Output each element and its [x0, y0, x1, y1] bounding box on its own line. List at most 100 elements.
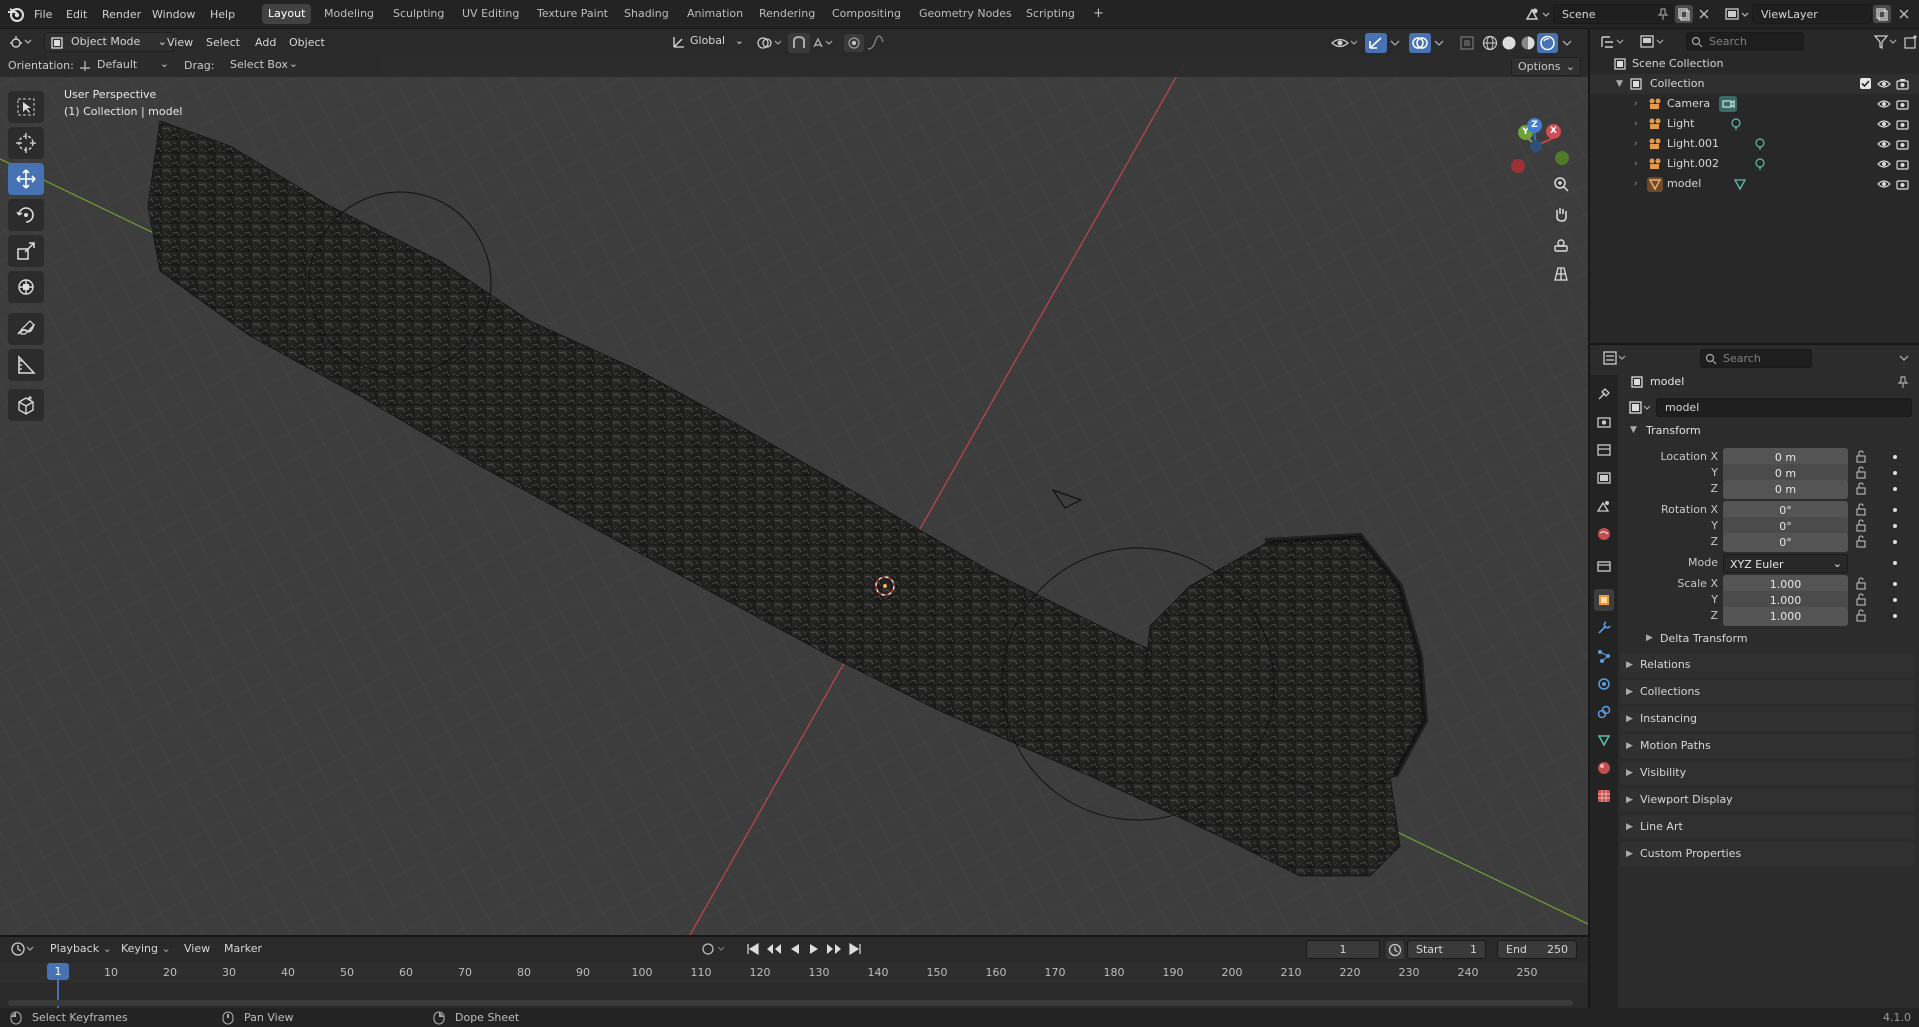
- constraints-tab-icon[interactable]: [1594, 701, 1614, 723]
- outliner-item-light-002[interactable]: › Light.002: [1590, 154, 1919, 174]
- expand-arrow-icon[interactable]: ›: [1634, 174, 1638, 194]
- outliner-item-model[interactable]: › model: [1590, 174, 1919, 194]
- scale-z-field[interactable]: 1.000: [1723, 607, 1848, 626]
- jump-end-icon[interactable]: [847, 941, 863, 957]
- expand-arrow-icon[interactable]: ›: [1634, 154, 1638, 174]
- custom-properties-section[interactable]: ▶ Custom Properties: [1620, 842, 1914, 866]
- object-tab-icon[interactable]: [1594, 589, 1614, 611]
- annotate-tool-icon[interactable]: [8, 313, 44, 345]
- tab-modeling[interactable]: Modeling: [318, 4, 380, 24]
- shading-dropdown-icon[interactable]: [1561, 35, 1573, 51]
- keyframe-dot-icon[interactable]: [1893, 540, 1897, 544]
- lock-scale-z-icon[interactable]: [1854, 608, 1868, 622]
- end-frame-field[interactable]: End 250: [1497, 940, 1577, 959]
- menu-file[interactable]: File: [29, 6, 57, 23]
- tab-uv-editing[interactable]: UV Editing: [456, 4, 525, 24]
- editor-type-icon[interactable]: [8, 33, 34, 51]
- world-tab-icon[interactable]: [1594, 523, 1614, 545]
- start-frame-field[interactable]: Start 1: [1407, 940, 1486, 959]
- outliner-editor-icon[interactable]: [1600, 33, 1626, 51]
- menu-view[interactable]: View: [163, 33, 197, 53]
- modifiers-tab-icon[interactable]: [1594, 617, 1614, 639]
- tab-animation[interactable]: Animation: [681, 4, 749, 24]
- expand-arrow-icon[interactable]: ›: [1634, 114, 1638, 134]
- options-button[interactable]: Options ⌄: [1511, 57, 1581, 76]
- current-frame-field[interactable]: 1: [1306, 940, 1380, 959]
- tab-texture-paint[interactable]: Texture Paint: [531, 4, 614, 24]
- tab-sculpting[interactable]: Sculpting: [387, 4, 450, 24]
- preview-range-icon[interactable]: [1386, 941, 1404, 959]
- new-scene-icon[interactable]: [1675, 5, 1693, 23]
- eye-icon[interactable]: [1877, 158, 1891, 170]
- move-tool-icon[interactable]: [8, 163, 44, 195]
- datablock-type-icon[interactable]: [1628, 400, 1654, 416]
- orthographic-grid-icon[interactable]: [1547, 260, 1575, 288]
- timeline-scrollbar[interactable]: [8, 1000, 1573, 1006]
- add-workspace-button[interactable]: +: [1087, 4, 1110, 24]
- location-z-field[interactable]: 0 m: [1723, 480, 1848, 499]
- keyframe-dot-icon[interactable]: [1893, 455, 1897, 459]
- blender-logo-icon[interactable]: [6, 5, 26, 23]
- shading-material-icon[interactable]: [1519, 34, 1537, 52]
- keying-menu[interactable]: Keying ⌄: [117, 939, 175, 959]
- keyframe-dot-icon[interactable]: [1893, 524, 1897, 528]
- outliner-item-light[interactable]: › Light: [1590, 114, 1919, 134]
- data-tab-icon[interactable]: [1594, 729, 1614, 751]
- mode-selector[interactable]: Object Mode ⌄: [44, 32, 174, 52]
- keyframe-dot-icon[interactable]: [1893, 508, 1897, 512]
- pin-icon[interactable]: [1896, 375, 1910, 389]
- drag-selector[interactable]: Select Box ⌄: [224, 57, 300, 75]
- render-camera-icon[interactable]: [1896, 98, 1909, 110]
- eye-icon[interactable]: [1877, 138, 1891, 150]
- menu-add[interactable]: Add: [251, 33, 280, 53]
- play-reverse-icon[interactable]: [787, 941, 803, 957]
- tab-scripting[interactable]: Scripting: [1020, 4, 1081, 24]
- scene-collection-row[interactable]: Scene Collection: [1590, 54, 1919, 74]
- rotation-z-field[interactable]: 0°: [1723, 533, 1848, 552]
- frame-ruler[interactable]: 10 20 30 40 50 60 70 80 90 100 110 120 1…: [0, 963, 1588, 983]
- play-icon[interactable]: [806, 941, 822, 957]
- instancing-section[interactable]: ▶ Instancing: [1620, 707, 1914, 731]
- orientation-selector[interactable]: Default ⌄: [75, 57, 171, 75]
- lock-scale-x-icon[interactable]: [1854, 576, 1868, 590]
- snap-target-icon[interactable]: [812, 35, 840, 51]
- transform-orientation-selector[interactable]: Global ⌄: [668, 32, 746, 52]
- add-cube-tool-icon[interactable]: [8, 389, 44, 421]
- expand-arrow-icon[interactable]: ›: [1634, 94, 1638, 114]
- outliner-search-input[interactable]: Search: [1686, 32, 1804, 51]
- texture-tab-icon[interactable]: [1594, 785, 1614, 807]
- visibility-selector-icon[interactable]: [1330, 34, 1360, 52]
- object-name-field[interactable]: model: [1656, 398, 1912, 417]
- transform-title[interactable]: Transform: [1646, 424, 1701, 437]
- delta-expand-icon[interactable]: ▶: [1646, 633, 1653, 643]
- visibility-section[interactable]: ▶ Visibility: [1620, 761, 1914, 785]
- timeline-editor-icon[interactable]: [10, 941, 36, 957]
- relations-section[interactable]: ▶ Relations: [1620, 653, 1914, 677]
- viewport-display-section[interactable]: ▶ Viewport Display: [1620, 788, 1914, 812]
- snap-icon[interactable]: [788, 33, 810, 53]
- keyframe-dot-icon[interactable]: [1893, 471, 1897, 475]
- zoom-icon[interactable]: [1547, 170, 1575, 198]
- outliner-item-camera[interactable]: › Camera: [1590, 94, 1919, 114]
- physics-tab-icon[interactable]: [1594, 673, 1614, 695]
- jump-keyframe-forward-icon[interactable]: [825, 941, 843, 957]
- display-mode-icon[interactable]: [1638, 33, 1666, 51]
- render-camera-icon[interactable]: [1896, 178, 1909, 190]
- light-data-icon[interactable]: [1753, 137, 1767, 151]
- camera-view-icon[interactable]: [1547, 230, 1575, 258]
- chevron-down-icon[interactable]: [1898, 351, 1910, 365]
- render-camera-icon[interactable]: [1896, 138, 1909, 150]
- motion-paths-section[interactable]: ▶ Motion Paths: [1620, 734, 1914, 758]
- tab-shading[interactable]: Shading: [618, 4, 675, 24]
- playhead-frame-indicator[interactable]: 1: [47, 963, 69, 980]
- eye-icon[interactable]: [1877, 178, 1891, 190]
- keyframe-dot-icon[interactable]: [1893, 582, 1897, 586]
- auto-keying-icon[interactable]: [700, 941, 730, 957]
- rotation-mode-select[interactable]: XYZ Euler ⌄: [1723, 554, 1848, 573]
- tab-layout[interactable]: Layout: [262, 4, 312, 24]
- lock-scale-y-icon[interactable]: [1854, 592, 1868, 606]
- tool-tab-icon[interactable]: [1594, 383, 1614, 405]
- light-data-icon[interactable]: [1729, 117, 1743, 131]
- delete-scene-icon[interactable]: [1696, 6, 1712, 22]
- playback-menu[interactable]: Playback ⌄: [46, 939, 116, 959]
